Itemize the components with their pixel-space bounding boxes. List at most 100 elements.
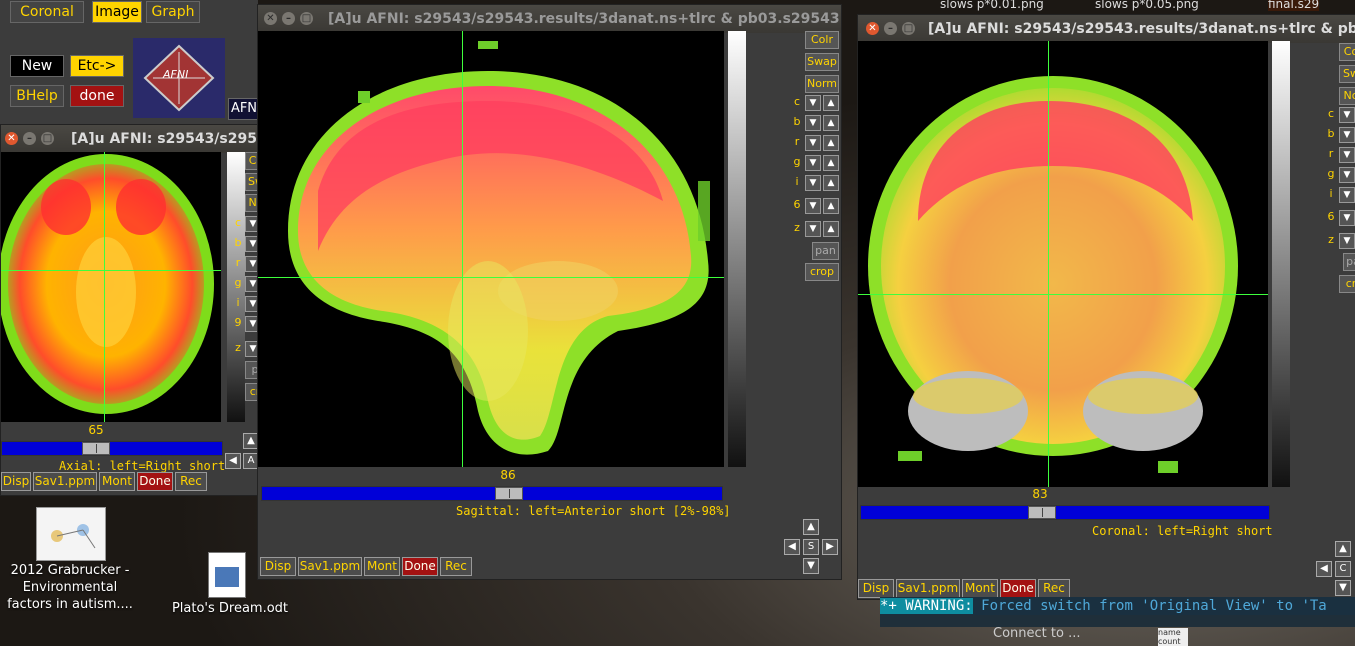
- sagittal-brain-image: [288, 41, 710, 455]
- sagittal-control-g[interactable]: g ▼ ▲: [792, 155, 840, 171]
- axial-done-button[interactable]: Done: [137, 472, 173, 491]
- coronal-mont-button[interactable]: Mont: [962, 579, 998, 598]
- axial-mont-button[interactable]: Mont: [99, 472, 135, 491]
- sagittal-slice-slider[interactable]: [261, 486, 723, 501]
- sagittal-mont-button[interactable]: Mont: [364, 557, 400, 576]
- sagittal-crop-button[interactable]: crop: [805, 263, 839, 281]
- axial-image-viewport[interactable]: [1, 152, 221, 422]
- graph-button[interactable]: Graph: [146, 1, 200, 23]
- axial-slice-slider[interactable]: [1, 441, 223, 456]
- coronal-status-text: Coronal: left=Right short: [1092, 524, 1273, 538]
- sagittal-slider-thumb[interactable]: [495, 487, 523, 500]
- sagittal-status-text: Sagittal: left=Anterior short [2%-98%]: [456, 504, 731, 518]
- coronal-button[interactable]: Coronal: [10, 1, 84, 23]
- coronal-arrow-down[interactable]: ▼: [1335, 580, 1351, 596]
- coronal-arrow-up[interactable]: ▲: [1335, 541, 1351, 557]
- sagittal-control-b[interactable]: b ▼ ▲: [792, 115, 840, 131]
- close-icon[interactable]: ✕: [866, 22, 879, 35]
- coronal-control-i[interactable]: i ▼: [1326, 187, 1355, 203]
- bg-file-label: slows p*0.01.png: [940, 0, 1044, 11]
- axial-brain-image: [1, 154, 214, 414]
- maximize-icon[interactable]: □: [300, 12, 313, 25]
- coronal-norm-button[interactable]: No: [1339, 87, 1355, 105]
- coronal-control-6[interactable]: 6 ▼: [1326, 210, 1355, 226]
- coronal-control-b[interactable]: b ▼: [1326, 127, 1355, 143]
- desktop-icon-label: 2012 Grabrucker - Environmental factors …: [7, 563, 133, 612]
- sagittal-swap-button[interactable]: Swap: [805, 53, 839, 71]
- coronal-slice-slider[interactable]: [860, 505, 1270, 520]
- sagittal-control-z[interactable]: z ▼ ▲: [792, 221, 840, 237]
- etc-button[interactable]: Etc->: [70, 55, 124, 77]
- axial-window-title: [A]u AFNI: s29543/s29543.re: [71, 131, 264, 147]
- coronal-disp-button[interactable]: Disp: [858, 579, 894, 598]
- desktop-icon-pdf[interactable]: 2012 Grabrucker - Environmental factors …: [0, 506, 140, 616]
- axial-slice-number: 65: [88, 423, 104, 437]
- sagittal-done-button[interactable]: Done: [402, 557, 438, 576]
- coronal-arrow-left[interactable]: ◀: [1316, 561, 1332, 577]
- minimize-icon[interactable]: –: [282, 12, 295, 25]
- sagittal-image-viewport[interactable]: [258, 31, 724, 467]
- coronal-control-r[interactable]: r ▼: [1326, 147, 1355, 163]
- afni-logo: AFNI: [133, 38, 225, 118]
- coronal-crop-button[interactable]: cr: [1339, 275, 1355, 293]
- coronal-control-g[interactable]: g ▼: [1326, 167, 1355, 183]
- connect-label[interactable]: Connect to ...: [993, 626, 1080, 641]
- sagittal-norm-button[interactable]: Norm: [805, 75, 839, 93]
- bhelp-button[interactable]: BHelp: [10, 85, 64, 107]
- axial-disp-button[interactable]: Disp: [1, 472, 31, 491]
- axial-rec-button[interactable]: Rec: [175, 472, 207, 491]
- coronal-arrow-center[interactable]: C: [1335, 561, 1351, 577]
- maximize-icon[interactable]: □: [902, 22, 915, 35]
- coronal-save-button[interactable]: Sav1.ppm: [896, 579, 960, 598]
- sagittal-arrow-down[interactable]: ▼: [803, 558, 819, 574]
- coronal-slider-thumb[interactable]: [1028, 506, 1056, 519]
- desktop-icon-label: Plato's Dream.odt: [171, 601, 289, 616]
- axial-save-button[interactable]: Sav1.ppm: [33, 472, 97, 491]
- sagittal-control-c[interactable]: c ▼ ▲: [792, 95, 840, 111]
- coronal-rec-button[interactable]: Rec: [1038, 579, 1070, 598]
- new-button[interactable]: New: [10, 55, 64, 77]
- document-thumbnail-icon: [36, 507, 106, 561]
- coronal-colr-button[interactable]: Co: [1339, 43, 1355, 61]
- close-icon[interactable]: ✕: [5, 132, 18, 145]
- axial-arrow-left[interactable]: ◀: [225, 453, 241, 469]
- terminal-window[interactable]: *+ WARNING: Forced switch from 'Original…: [880, 597, 1355, 627]
- axial-status-text: Axial: left=Right short: [59, 459, 226, 473]
- minimize-icon[interactable]: –: [23, 132, 36, 145]
- sagittal-window-title: [A]u AFNI: s29543/s29543.results/3danat.…: [328, 11, 841, 27]
- sagittal-control-i[interactable]: i ▼ ▲: [792, 175, 840, 191]
- sagittal-colr-button[interactable]: Colr: [805, 31, 839, 49]
- coronal-pan-button[interactable]: pa: [1343, 253, 1355, 271]
- sagittal-control-6[interactable]: 6 ▼ ▲: [792, 198, 840, 214]
- coronal-brain-image: [868, 76, 1238, 473]
- afni-main-panel: Coronal Image Graph New Etc-> BHelp done…: [0, 0, 260, 128]
- sagittal-save-button[interactable]: Sav1.ppm: [298, 557, 362, 576]
- image-button[interactable]: Image: [92, 1, 142, 23]
- sagittal-control-r[interactable]: r ▼ ▲: [792, 135, 840, 151]
- maximize-icon[interactable]: □: [41, 132, 54, 145]
- coronal-control-z[interactable]: z ▼: [1326, 233, 1355, 249]
- sagittal-arrow-center[interactable]: S: [803, 539, 819, 555]
- done-button[interactable]: done: [70, 85, 124, 107]
- afni-partial-button[interactable]: AFN: [228, 98, 260, 120]
- sagittal-arrow-right[interactable]: ▶: [822, 539, 838, 555]
- sagittal-rec-button[interactable]: Rec: [440, 557, 472, 576]
- name-count-header: name count: [1158, 628, 1188, 646]
- warning-prefix: *+ WARNING:: [880, 598, 973, 614]
- close-icon[interactable]: ✕: [264, 12, 277, 25]
- minimize-icon[interactable]: –: [884, 22, 897, 35]
- sagittal-arrow-left[interactable]: ◀: [784, 539, 800, 555]
- coronal-done-button[interactable]: Done: [1000, 579, 1036, 598]
- sagittal-slice-number: 86: [500, 468, 516, 482]
- terminal-warning-line: *+ WARNING: Forced switch from 'Original…: [880, 597, 1355, 615]
- coronal-control-c[interactable]: c ▼: [1326, 107, 1355, 123]
- coronal-titlebar: ✕ – □ [A]u AFNI: s29543/s29543.results/3…: [858, 15, 1355, 43]
- sagittal-disp-button[interactable]: Disp: [260, 557, 296, 576]
- coronal-image-window: ✕ – □ [A]u AFNI: s29543/s29543.results/3…: [857, 14, 1355, 600]
- sagittal-arrow-up[interactable]: ▲: [803, 519, 819, 535]
- coronal-grayscale-bar: [1272, 41, 1290, 487]
- axial-slider-thumb[interactable]: [82, 442, 110, 455]
- coronal-image-viewport[interactable]: [858, 41, 1268, 487]
- coronal-swap-button[interactable]: Sw: [1339, 65, 1355, 83]
- sagittal-pan-button[interactable]: pan: [812, 242, 839, 260]
